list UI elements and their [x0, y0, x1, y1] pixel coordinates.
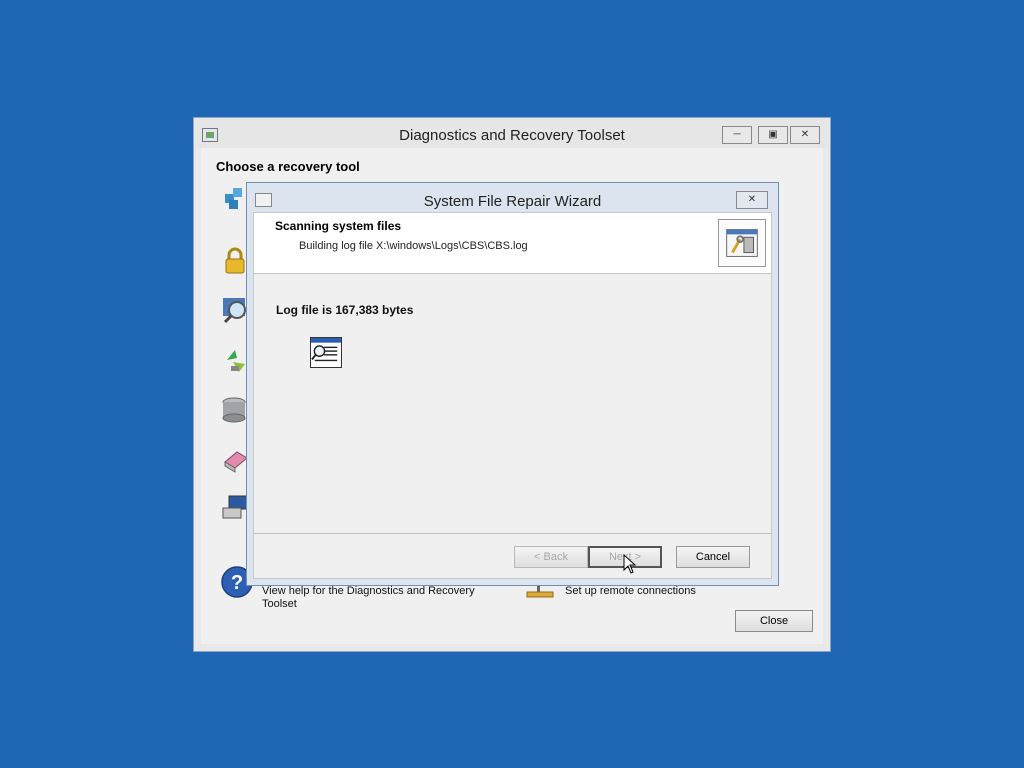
- main-titlebar[interactable]: Diagnostics and Recovery Toolset ─ ▣ ✕: [194, 118, 830, 148]
- mouse-cursor-icon: [623, 554, 637, 574]
- wizard-heading: Scanning system files: [275, 219, 402, 233]
- scanning-document-icon: [310, 337, 342, 368]
- wizard-header: Scanning system files Building log file …: [254, 213, 771, 274]
- remote-connections-link[interactable]: Set up remote connections: [565, 585, 696, 598]
- wizard-body: Scanning system files Building log file …: [253, 212, 772, 579]
- svg-text:?: ?: [231, 572, 243, 594]
- choose-tool-heading: Choose a recovery tool: [216, 159, 360, 174]
- wizard-close-button[interactable]: ✕: [736, 191, 768, 209]
- system-file-repair-wizard: System File Repair Wizard ✕ Scanning sys…: [246, 182, 779, 586]
- repair-tools-icon: [718, 219, 766, 267]
- close-window-button[interactable]: ✕: [790, 126, 820, 144]
- minimize-button[interactable]: ─: [722, 126, 752, 144]
- wizard-title: System File Repair Wizard: [423, 193, 602, 210]
- maximize-button[interactable]: ▣: [758, 126, 788, 144]
- wizard-separator: [254, 533, 771, 534]
- close-button[interactable]: Close: [735, 610, 813, 632]
- wizard-titlebar[interactable]: System File Repair Wizard ✕: [247, 183, 778, 213]
- network-icon[interactable]: [525, 584, 555, 600]
- log-file-size-status: Log file is 167,383 bytes: [276, 303, 414, 317]
- help-link[interactable]: View help for the Diagnostics and Recove…: [262, 585, 492, 611]
- back-button[interactable]: < Back: [514, 546, 588, 568]
- cancel-button[interactable]: Cancel: [676, 546, 750, 568]
- wizard-subheading: Building log file X:\windows\Logs\CBS\CB…: [299, 240, 528, 252]
